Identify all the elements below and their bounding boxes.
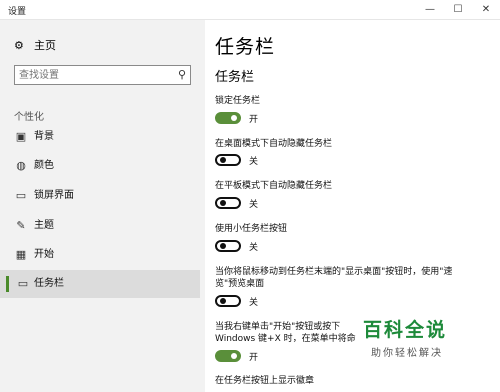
toggle-state: 关 <box>249 243 259 253</box>
toggle-lock-taskbar[interactable] <box>215 112 241 124</box>
sidebar-item-label: 任务栏 <box>34 278 64 289</box>
sidebar-item-label: 主题 <box>34 220 54 231</box>
toggle-autohide-desktop[interactable] <box>215 154 241 166</box>
setting-label: 在任务栏按钮上显示徽章 <box>215 376 315 386</box>
toggle-autohide-tablet[interactable] <box>215 197 241 209</box>
selection-indicator <box>6 276 9 292</box>
toggle-powershell[interactable] <box>215 350 241 362</box>
group-label-personalization: 个性化 <box>14 112 44 123</box>
window-title: 设置 <box>8 7 27 17</box>
start-icon: ▦ <box>15 248 27 261</box>
close-button[interactable]: ✕ <box>472 0 500 19</box>
setting-label: 当我右键单击"开始"按钮或按下 Windows 键+X 时，在菜单中将命令提示符… <box>215 322 356 344</box>
toggle-state: 开 <box>249 115 259 125</box>
toggle-knob <box>220 200 226 206</box>
toggle-knob <box>220 157 226 163</box>
toggle-knob <box>220 298 226 304</box>
toggle-peek[interactable] <box>215 295 241 307</box>
page-title: 任务栏 <box>215 36 276 58</box>
section-title: 任务栏 <box>215 70 255 85</box>
setting-label: 当你将鼠标移动到任务栏末端的"显示桌面"按钮时，使用"速览"预览桌面 <box>215 267 453 289</box>
search-icon[interactable]: ⚲ <box>178 68 186 81</box>
setting-label: 在平板模式下自动隐藏任务栏 <box>215 181 333 191</box>
sidebar-item-label: 锁屏界面 <box>34 190 74 201</box>
sidebar-item-label: 颜色 <box>34 160 54 171</box>
palette-icon: ◍ <box>16 159 26 172</box>
brush-icon: ✎ <box>16 219 26 232</box>
minimize-button[interactable]: — <box>416 0 444 19</box>
toggle-small-buttons[interactable] <box>215 240 241 252</box>
sidebar: ⚙ 主页 ⚲ 个性化 ▣ 背景 ◍ 颜色 ▭ 锁屏界面 ✎ 主题 ▦ 开始 ▭ 任… <box>0 20 205 392</box>
sidebar-item-label: 背景 <box>34 131 54 142</box>
gear-icon: ⚙ <box>14 39 24 52</box>
setting-label: 使用小任务栏按钮 <box>215 224 288 234</box>
image-icon: ▣ <box>15 130 27 143</box>
toggle-state: 关 <box>249 298 259 308</box>
setting-label: 在桌面模式下自动隐藏任务栏 <box>215 139 333 149</box>
title-bar: 设置 — ☐ ✕ <box>0 0 500 20</box>
watermark: 百科全说 助你轻松解决 <box>363 315 473 359</box>
sidebar-item-background[interactable]: ▣ 背景 <box>0 123 200 151</box>
taskbar-icon: ▭ <box>17 277 29 290</box>
setting-label: 锁定任务栏 <box>215 96 261 106</box>
nav-home[interactable]: ⚙ 主页 <box>14 38 56 54</box>
nav-home-label: 主页 <box>34 39 56 52</box>
sidebar-item-label: 开始 <box>34 249 54 260</box>
sidebar-item-themes[interactable]: ✎ 主题 <box>0 212 200 240</box>
sidebar-item-start[interactable]: ▦ 开始 <box>0 241 200 269</box>
toggle-state: 关 <box>249 157 259 167</box>
sidebar-item-taskbar[interactable]: ▭ 任务栏 <box>0 270 200 298</box>
maximize-button[interactable]: ☐ <box>444 0 472 19</box>
search-box[interactable]: ⚲ <box>14 65 191 85</box>
toggle-state: 开 <box>249 353 259 363</box>
search-input[interactable] <box>19 68 169 82</box>
toggle-knob <box>231 353 237 359</box>
monitor-icon: ▭ <box>15 189 27 202</box>
toggle-knob <box>220 243 226 249</box>
watermark-subtitle: 助你轻松解决 <box>371 348 443 359</box>
toggle-state: 关 <box>249 200 259 210</box>
sidebar-item-colors[interactable]: ◍ 颜色 <box>0 152 200 180</box>
toggle-knob <box>231 115 237 121</box>
sidebar-item-lock-screen[interactable]: ▭ 锁屏界面 <box>0 182 200 210</box>
watermark-title: 百科全说 <box>363 319 448 341</box>
